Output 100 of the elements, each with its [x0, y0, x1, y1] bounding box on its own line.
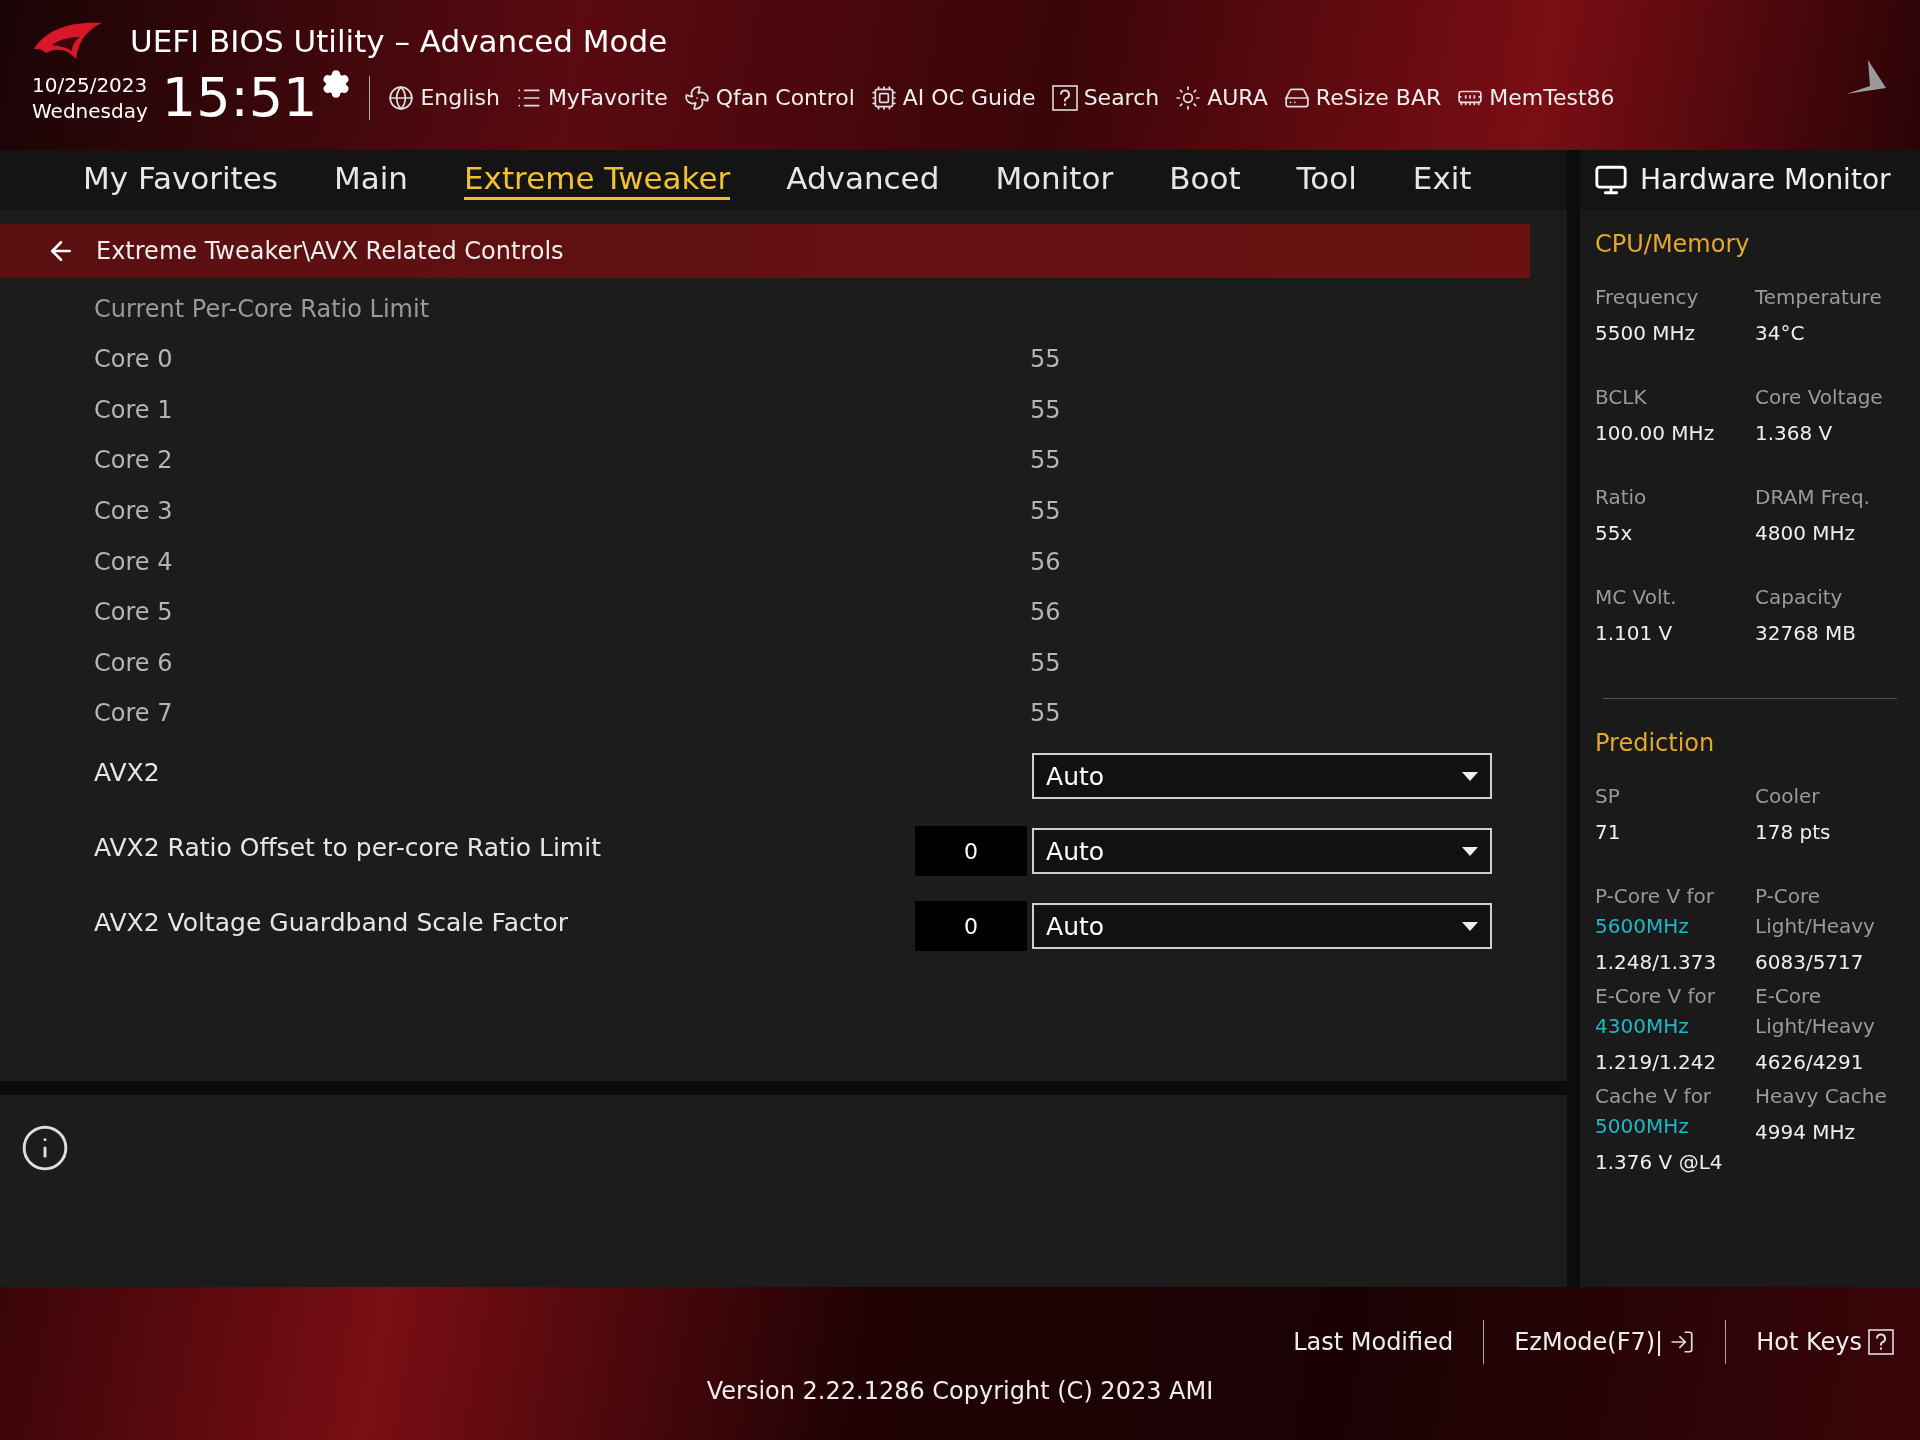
metric-value: 34°C — [1755, 320, 1806, 347]
metric-value: 4994 MHz — [1755, 1119, 1857, 1146]
window-title: UEFI BIOS Utility – Advanced Mode — [130, 22, 668, 61]
metric-frequency: 4300MHz — [1595, 1013, 1690, 1040]
metric-label: E-Core V for — [1595, 983, 1717, 1010]
toolbar-button[interactable]: AI OC Guide — [870, 81, 1036, 114]
metric-label: Capacity — [1755, 584, 1844, 611]
tab[interactable]: Extreme Tweaker — [464, 159, 731, 200]
version-text: Version 2.22.1286 Copyright (C) 2023 AMI — [706, 1376, 1214, 1407]
settings-icon[interactable] — [321, 68, 352, 99]
setting-value: 55 — [1030, 344, 1061, 376]
metric-value: 1.248/1.373 — [1595, 949, 1718, 976]
offset-field[interactable]: 0 — [915, 826, 1028, 877]
globe-icon — [388, 84, 415, 111]
fan-icon — [683, 84, 710, 111]
setting-label: Core 7 — [94, 698, 174, 730]
metric-value: 71 — [1595, 819, 1622, 846]
toolbar-button[interactable]: MyFavorite — [515, 81, 668, 114]
setting-value: 56 — [1030, 546, 1061, 578]
toolbar-button[interactable]: Qfan Control — [683, 81, 855, 114]
setting-label: AVX2 Ratio Offset to per-core Ratio Limit — [94, 831, 602, 864]
setting-label: Core 4 — [94, 546, 174, 578]
metric-value: 1.376 V @L4 — [1595, 1149, 1724, 1176]
weekday: Wednesday — [32, 97, 148, 124]
metric-value: 1.219/1.242 — [1595, 1049, 1718, 1076]
exit-icon — [1669, 1329, 1696, 1355]
metric-label: Core Voltage — [1755, 384, 1884, 411]
tab[interactable]: Monitor — [995, 159, 1114, 200]
panel-title: Hardware Monitor — [1640, 162, 1891, 198]
section-title: CPU/Memory — [1595, 229, 1751, 260]
metric-label: SP — [1595, 783, 1621, 810]
tab[interactable]: My Favorites — [83, 159, 278, 200]
tab[interactable]: Boot — [1169, 159, 1241, 200]
setting-value: 55 — [1030, 445, 1061, 477]
setting-label: Core 5 — [94, 597, 174, 629]
metric-label: MC Volt. — [1595, 584, 1678, 611]
monitor-icon — [1594, 163, 1628, 197]
metric-value: 178 pts — [1755, 819, 1832, 846]
metric-value: 6083/5717 — [1755, 949, 1865, 976]
caret-icon — [1462, 921, 1479, 931]
setting-value: 55 — [1030, 394, 1061, 426]
dropdown[interactable]: Auto — [1032, 828, 1493, 875]
setting-value: 55 — [1030, 496, 1061, 528]
date: 10/25/2023 — [32, 71, 148, 98]
sun-icon — [1175, 84, 1202, 111]
caret-icon — [1462, 846, 1479, 856]
setting-label: Core 6 — [94, 647, 174, 679]
footer-button[interactable]: Last Modified — [1293, 1324, 1454, 1360]
dropdown[interactable]: Auto — [1032, 903, 1493, 950]
toolbar-button[interactable]: Search — [1051, 81, 1160, 114]
setting-label: Core 1 — [94, 394, 174, 426]
metric-label: P-Core V for — [1595, 883, 1716, 910]
metric-label: E-Core Light/Heavy — [1755, 983, 1876, 1040]
metric-value: 55x — [1595, 520, 1634, 547]
metric-value: 4800 MHz — [1755, 520, 1857, 547]
tab[interactable]: Tool — [1296, 159, 1357, 200]
setting-label: Core 0 — [94, 344, 174, 376]
offset-field[interactable]: 0 — [915, 901, 1028, 952]
metric-label: DRAM Freq. — [1755, 484, 1871, 511]
metric-frequency: 5600MHz — [1595, 913, 1690, 940]
toolbar-button[interactable]: AURA — [1175, 81, 1268, 114]
setting-value: 55 — [1030, 698, 1061, 730]
help-icon — [1051, 84, 1078, 111]
metric-label: Cooler — [1755, 783, 1821, 810]
metric-value: 1.101 V — [1595, 620, 1674, 647]
tab[interactable]: Main — [334, 159, 408, 200]
caret-icon — [1462, 771, 1479, 781]
metric-label: Ratio — [1595, 484, 1648, 511]
dropdown[interactable]: Auto — [1032, 753, 1493, 800]
metric-label: Frequency — [1595, 284, 1700, 311]
setting-label: AVX2 Voltage Guardband Scale Factor — [94, 906, 570, 939]
metric-label: Heavy Cache — [1755, 1083, 1888, 1110]
toolbar-button[interactable]: English — [388, 81, 500, 114]
footer-button[interactable]: Hot Keys — [1756, 1324, 1894, 1360]
metric-frequency: 5000MHz — [1595, 1113, 1690, 1140]
toolbar-button[interactable]: MemTest86 — [1457, 81, 1615, 114]
chip-icon — [870, 84, 897, 111]
info-icon — [20, 1123, 70, 1173]
metric-label: Temperature — [1755, 284, 1883, 311]
setting-value: 55 — [1030, 647, 1061, 679]
metric-label: BCLK — [1595, 384, 1648, 411]
metric-label: P-Core Light/Heavy — [1755, 883, 1876, 940]
metric-value: 32768 MB — [1755, 620, 1857, 647]
metric-label: Cache V for — [1595, 1083, 1713, 1110]
metric-value: 1.368 V — [1755, 420, 1834, 447]
metric-value: 5500 MHz — [1595, 320, 1697, 347]
tab[interactable]: Exit — [1412, 159, 1472, 200]
section-title: Prediction — [1595, 728, 1716, 759]
tab[interactable]: Advanced — [786, 159, 940, 200]
setting-value: 56 — [1030, 597, 1061, 629]
footer-button[interactable]: EzMode(F7)| — [1514, 1324, 1696, 1360]
metric-value: 4626/4291 — [1755, 1049, 1865, 1076]
setting-label: AVX2 — [94, 756, 161, 789]
breadcrumb-bar[interactable]: Extreme Tweaker\AVX Related Controls — [0, 224, 1530, 278]
toolbar-button[interactable]: ReSize BAR — [1283, 81, 1442, 114]
section-heading: Current Per-Core Ratio Limit — [94, 294, 430, 325]
clock: 15:51 — [161, 70, 318, 125]
setting-label: Core 2 — [94, 445, 174, 477]
setting-label: Core 3 — [94, 496, 174, 528]
help-icon — [1868, 1329, 1894, 1355]
